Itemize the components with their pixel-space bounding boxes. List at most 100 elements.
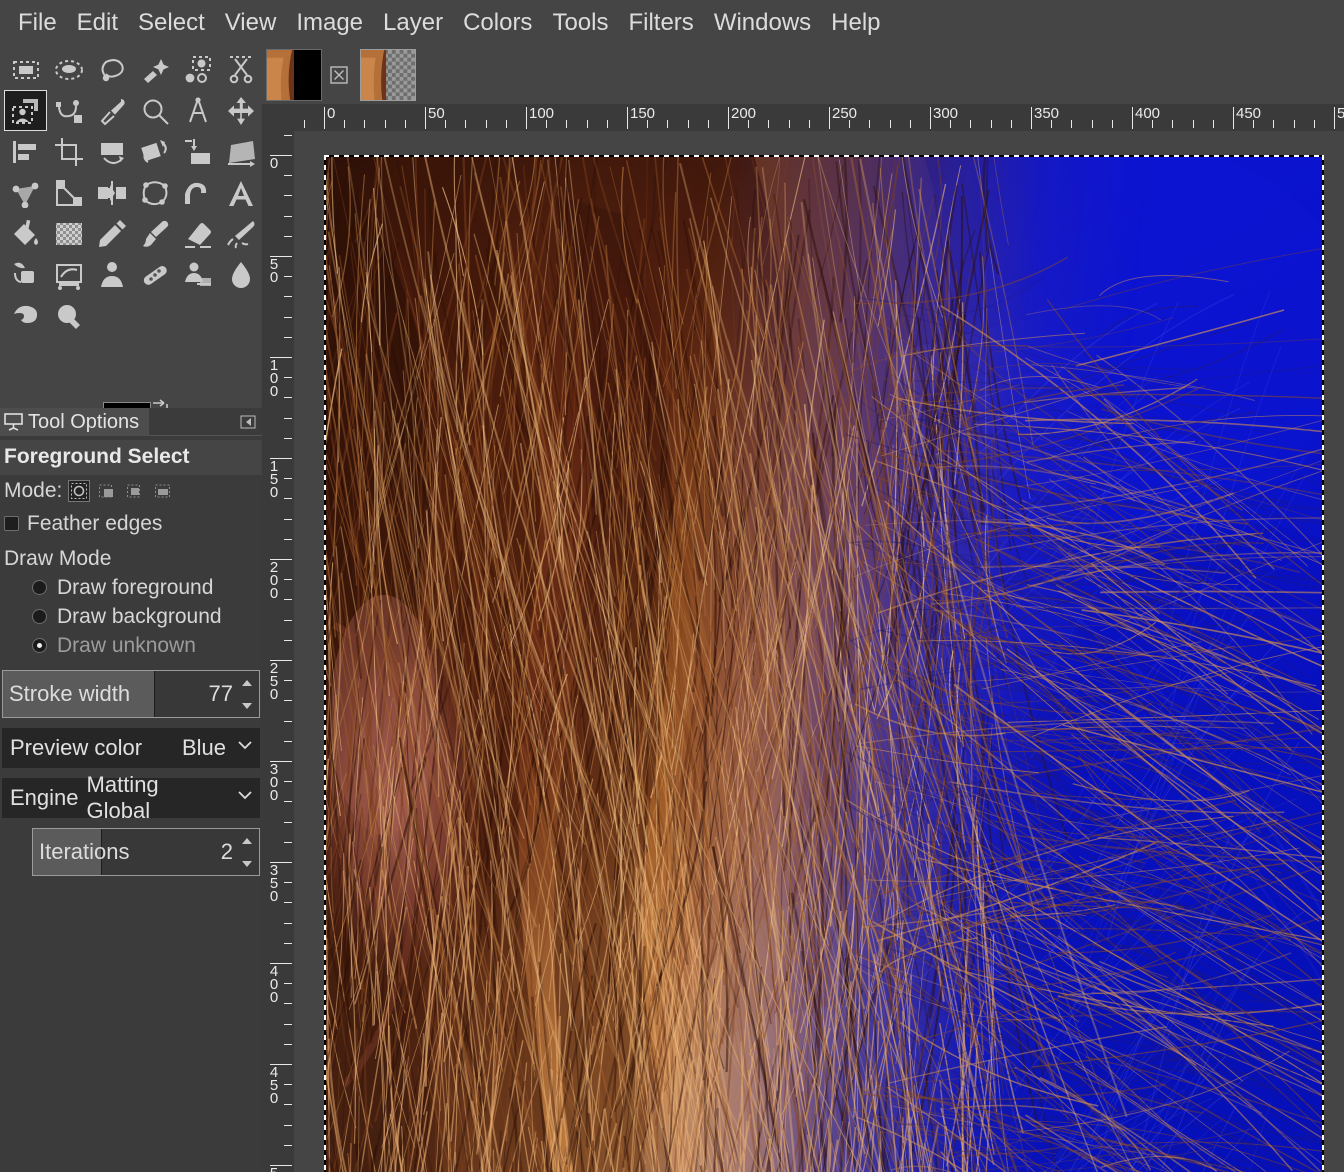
- blur-sharpen-icon[interactable]: [219, 254, 262, 295]
- feather-edges-checkbox[interactable]: [4, 516, 19, 531]
- ruler-tick: [284, 923, 292, 924]
- alignment-icon[interactable]: [4, 131, 47, 172]
- ruler-tick: [284, 1084, 292, 1085]
- mode-intersect-button[interactable]: [152, 480, 174, 502]
- scale-icon[interactable]: [133, 131, 176, 172]
- mode-replace-button[interactable]: [68, 480, 90, 502]
- image-canvas[interactable]: [324, 155, 1324, 1172]
- iterations-value[interactable]: 2: [221, 839, 233, 865]
- ellipse-select-icon[interactable]: [47, 49, 90, 90]
- preview-color-dropdown[interactable]: Preview color Blue: [2, 728, 260, 768]
- menu-image[interactable]: Image: [286, 9, 373, 37]
- ruler-tick: [284, 195, 292, 196]
- iterations-down-arrow-icon[interactable]: [242, 861, 252, 867]
- ruler-tick: [1031, 107, 1032, 129]
- gradient-icon[interactable]: [47, 213, 90, 254]
- foreground-select-icon[interactable]: [4, 90, 47, 131]
- fuzzy-select-icon[interactable]: [133, 49, 176, 90]
- perspective-icon[interactable]: [219, 131, 262, 172]
- shear-icon[interactable]: [176, 131, 219, 172]
- ruler-label: 350: [1034, 105, 1059, 122]
- stroke-width-stepper[interactable]: [239, 671, 255, 717]
- move-icon[interactable]: [219, 90, 262, 131]
- ruler-tick: [486, 120, 487, 128]
- measure-icon[interactable]: [176, 90, 219, 131]
- scissors-select-icon[interactable]: [219, 49, 262, 90]
- vertical-ruler[interactable]: 050100150200250300350400450500: [262, 131, 294, 1172]
- menu-file[interactable]: File: [8, 9, 67, 37]
- cage-transform-icon[interactable]: [133, 172, 176, 213]
- warp-transform-icon[interactable]: [176, 172, 219, 213]
- select-by-color-icon[interactable]: [176, 49, 219, 90]
- ruler-label: 350: [268, 864, 280, 903]
- stroke-width-slider[interactable]: Stroke width 77: [2, 670, 260, 718]
- iterations-stepper[interactable]: [239, 829, 255, 875]
- draw-foreground-radio[interactable]: [32, 580, 47, 595]
- feather-edges-row[interactable]: Feather edges: [0, 506, 262, 539]
- ruler-tick: [284, 1145, 292, 1146]
- engine-dropdown[interactable]: Engine Matting Global: [2, 778, 260, 818]
- menu-colors[interactable]: Colors: [453, 9, 542, 37]
- ruler-tick: [627, 107, 628, 129]
- perspective-clone-icon[interactable]: [176, 254, 219, 295]
- ruler-tick: [284, 377, 292, 378]
- smudge-icon[interactable]: [4, 295, 47, 336]
- rotate-icon[interactable]: [90, 131, 133, 172]
- paths-icon[interactable]: [47, 90, 90, 131]
- clone-icon[interactable]: [90, 254, 133, 295]
- tab-tool-options[interactable]: Tool Options: [0, 408, 149, 436]
- draw-unknown-radio[interactable]: [32, 638, 47, 653]
- ruler-tick: [708, 120, 709, 128]
- ruler-label: 400: [268, 965, 280, 1004]
- menu-layer[interactable]: Layer: [373, 9, 453, 37]
- airbrush-icon[interactable]: [219, 213, 262, 254]
- radio-draw-foreground[interactable]: Draw foreground: [0, 573, 262, 602]
- free-select-icon[interactable]: [90, 49, 133, 90]
- menu-edit[interactable]: Edit: [67, 9, 128, 37]
- zoom-icon[interactable]: [133, 90, 176, 131]
- menu-filters[interactable]: Filters: [618, 9, 703, 37]
- stroke-width-down-arrow-icon[interactable]: [242, 703, 252, 709]
- menu-tools[interactable]: Tools: [542, 9, 618, 37]
- eraser-icon[interactable]: [176, 213, 219, 254]
- horizontal-ruler[interactable]: 050100150200250300350400450500: [262, 104, 1344, 131]
- iterations-up-arrow-icon[interactable]: [242, 838, 252, 844]
- dock-menu-icon[interactable]: [240, 414, 256, 430]
- ruler-tick: [324, 107, 325, 129]
- mode-subtract-button[interactable]: [124, 480, 146, 502]
- ruler-label: 500: [1337, 105, 1344, 122]
- handle-transform-icon[interactable]: [47, 172, 90, 213]
- draw-background-label: Draw background: [57, 605, 222, 628]
- close-icon[interactable]: [330, 66, 348, 84]
- mode-add-button[interactable]: [96, 480, 118, 502]
- unified-transform-icon[interactable]: [4, 172, 47, 213]
- radio-draw-unknown[interactable]: Draw unknown: [0, 631, 262, 660]
- ruler-tick: [284, 680, 292, 681]
- canvas-viewport[interactable]: [294, 131, 1344, 1172]
- menu-windows[interactable]: Windows: [704, 9, 821, 37]
- menu-view[interactable]: View: [215, 9, 287, 37]
- image-tab-2[interactable]: [360, 49, 416, 101]
- stroke-width-value[interactable]: 77: [209, 681, 233, 707]
- heal-icon[interactable]: [133, 254, 176, 295]
- text-icon[interactable]: [219, 172, 262, 213]
- tool-options-title: Foreground Select: [0, 440, 262, 475]
- image-tab-1[interactable]: [266, 49, 322, 101]
- color-picker-icon[interactable]: [90, 90, 133, 131]
- pencil-icon[interactable]: [90, 213, 133, 254]
- menu-select[interactable]: Select: [128, 9, 215, 37]
- rect-select-icon[interactable]: [4, 49, 47, 90]
- draw-background-radio[interactable]: [32, 609, 47, 624]
- hair-strands-overlay: [324, 155, 1324, 1172]
- mypaint-brush-icon[interactable]: [47, 254, 90, 295]
- paintbrush-icon[interactable]: [133, 213, 176, 254]
- stroke-width-up-arrow-icon[interactable]: [242, 680, 252, 686]
- crop-icon[interactable]: [47, 131, 90, 172]
- radio-draw-background[interactable]: Draw background: [0, 602, 262, 631]
- bucket-fill-icon[interactable]: [4, 213, 47, 254]
- flip-icon[interactable]: [90, 172, 133, 213]
- dodge-burn-icon[interactable]: [47, 295, 90, 336]
- iterations-slider[interactable]: Iterations 2: [32, 828, 260, 876]
- ink-icon[interactable]: [4, 254, 47, 295]
- menu-help[interactable]: Help: [821, 9, 890, 37]
